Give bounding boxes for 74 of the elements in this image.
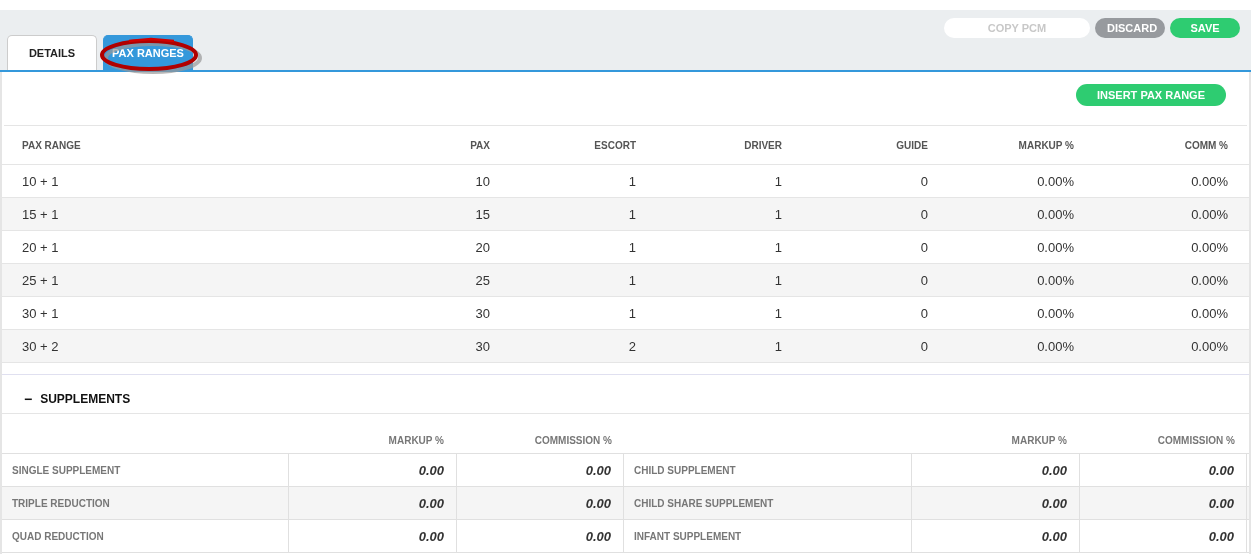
supplement-label: CHILD SUPPLEMENT bbox=[634, 464, 736, 476]
table-cell-text: 1 bbox=[773, 305, 782, 321]
column-header: MARKUP % bbox=[387, 435, 445, 448]
table-cell-text: 0.00% bbox=[1190, 338, 1228, 354]
value-field[interactable]: 0.00 bbox=[288, 487, 456, 519]
value-field[interactable]: 0.00 bbox=[911, 487, 1079, 519]
table-cell-text: 0.00% bbox=[1036, 305, 1074, 321]
table-cell-text: 0.00% bbox=[1036, 272, 1074, 288]
column-header: COMMISSION % bbox=[1156, 435, 1236, 448]
column-header: COMMISSION % bbox=[533, 435, 613, 448]
table-cell-text: 30 bbox=[474, 305, 490, 321]
value-field[interactable]: 0.00 bbox=[456, 454, 624, 486]
supplement-label: QUAD REDUCTION bbox=[12, 530, 104, 542]
column-header: MARKUP % bbox=[1010, 435, 1068, 448]
table-cell-text: 1 bbox=[773, 239, 782, 255]
table-cell-text: 2 bbox=[627, 338, 636, 354]
supplement-label: SINGLE SUPPLEMENT bbox=[12, 464, 121, 476]
table-cell-text: 0.00% bbox=[1036, 239, 1074, 255]
table-cell-text: 30 + 2 bbox=[22, 338, 60, 354]
table-cell-text: 0 bbox=[919, 338, 928, 354]
section-title: SUPPLEMENTS bbox=[40, 392, 131, 406]
table-cell-text: 1 bbox=[627, 239, 636, 255]
table-cell-text: 20 bbox=[474, 239, 490, 255]
value-field[interactable]: 0.00 bbox=[1079, 487, 1247, 519]
table-cell-text: 0.00% bbox=[1190, 239, 1228, 255]
table-cell-text: 1 bbox=[627, 305, 636, 321]
table-cell-text: 15 + 1 bbox=[22, 206, 60, 222]
table-cell-text: 1 bbox=[627, 173, 636, 189]
value-field[interactable]: 0.00 bbox=[456, 520, 624, 552]
table-cell-text: 1 bbox=[773, 338, 782, 354]
table-cell-text: 0.00% bbox=[1190, 272, 1228, 288]
value-field[interactable]: 0.00 bbox=[911, 454, 1079, 486]
table-cell-text: 0 bbox=[919, 239, 928, 255]
table-cell-text: 0.00% bbox=[1190, 305, 1228, 321]
table-cell-text: 0.00% bbox=[1036, 338, 1074, 354]
value-field[interactable]: 0.00 bbox=[911, 520, 1079, 552]
collapse-toggle[interactable]: − bbox=[24, 391, 33, 407]
table-cell-text: 25 + 1 bbox=[22, 272, 60, 288]
table-cell-text: 25 bbox=[474, 272, 490, 288]
table-cell-text: 0.00% bbox=[1036, 173, 1074, 189]
table-cell-text: 0 bbox=[919, 272, 928, 288]
table-cell-text: 0.00% bbox=[1190, 173, 1228, 189]
table-cell-text: 1 bbox=[773, 272, 782, 288]
value-field[interactable]: 0.00 bbox=[288, 520, 456, 552]
value-field[interactable]: 0.00 bbox=[1079, 454, 1247, 486]
table-cell-text: 10 + 1 bbox=[22, 173, 60, 189]
column-header: MARKUP % bbox=[1017, 139, 1074, 151]
table-cell-text: 1 bbox=[773, 206, 782, 222]
column-header: PAX RANGE bbox=[22, 139, 82, 151]
value-field[interactable]: 0.00 bbox=[288, 454, 456, 486]
column-header: ESCORT bbox=[593, 139, 636, 151]
supplement-label: CHILD SHARE SUPPLEMENT bbox=[634, 497, 774, 509]
column-header: DRIVER bbox=[743, 139, 782, 151]
column-header: GUIDE bbox=[895, 139, 928, 151]
value-field[interactable]: 0.00 bbox=[1079, 520, 1247, 552]
table-cell-text: 0.00% bbox=[1190, 206, 1228, 222]
table-cell-text: 1 bbox=[627, 272, 636, 288]
table-cell-text: 1 bbox=[627, 206, 636, 222]
supplement-label: TRIPLE REDUCTION bbox=[12, 497, 110, 509]
table-cell-text: 20 + 1 bbox=[22, 239, 60, 255]
value-field[interactable]: 0.00 bbox=[456, 487, 624, 519]
column-header: PAX bbox=[469, 139, 490, 151]
table-cell-text: 30 + 1 bbox=[22, 305, 60, 321]
table-cell-text: 1 bbox=[773, 173, 782, 189]
column-header: COMM % bbox=[1183, 139, 1228, 151]
table-cell-text: 0 bbox=[919, 305, 928, 321]
tab[interactable]: DETAILS bbox=[7, 35, 97, 70]
table-cell-text: 0 bbox=[919, 206, 928, 222]
table-cell-text: 0 bbox=[919, 173, 928, 189]
table-cell-text: 10 bbox=[474, 173, 490, 189]
table-cell-text: 30 bbox=[474, 338, 490, 354]
table-cell-text: 15 bbox=[474, 206, 490, 222]
table-cell-text: 0.00% bbox=[1036, 206, 1074, 222]
supplement-label: INFANT SUPPLEMENT bbox=[634, 530, 742, 542]
